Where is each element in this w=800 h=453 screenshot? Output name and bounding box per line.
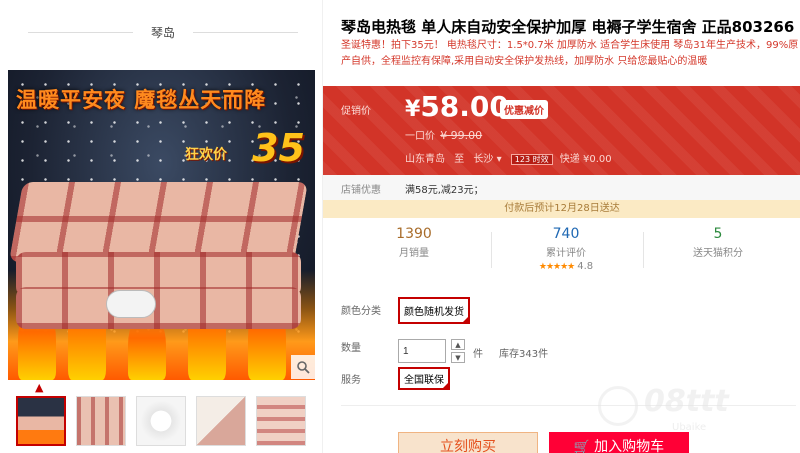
monthly-sales-label: 月销量 <box>399 248 429 259</box>
add-to-cart-button[interactable]: 🛒 加入购物车 <box>549 432 689 453</box>
reviews-label: 累计评价 <box>546 248 586 259</box>
timeliness-badge: 123 时效 <box>510 154 553 165</box>
thumbnail-2[interactable] <box>76 396 126 446</box>
product-title: 琴岛电热毯 单人床自动安全保护加厚 电褥子学生宿舍 正品803266 <box>341 18 795 36</box>
cart-icon: 🛒 <box>573 440 591 453</box>
currency-symbol: ¥ <box>405 97 421 122</box>
chevron-up-icon: ▲ <box>35 381 44 394</box>
coupon-label: 店铺优惠 <box>341 185 381 196</box>
promo-tag: 狂欢价 35 <box>185 126 305 172</box>
points-label: 送天猫积分 <box>693 248 743 259</box>
original-price: 一口价 ¥ 99.00 <box>405 127 482 142</box>
ship-fee: ¥0.00 <box>582 154 612 165</box>
ship-city-dropdown[interactable]: 长沙 ▾ <box>473 154 501 165</box>
selected-check-icon <box>441 381 450 390</box>
ship-method: 快递 <box>559 154 580 165</box>
promo-label: 狂欢价 <box>185 147 227 163</box>
coupon-text: 满58元,减23元； <box>405 185 484 196</box>
original-price-label: 一口价 <box>405 131 435 142</box>
color-option-random[interactable]: 颜色随机发货 <box>398 297 470 324</box>
zoom-button[interactable] <box>291 355 315 379</box>
ship-to-label: 至 <box>454 154 465 165</box>
quantity-increase-button[interactable]: ▲ <box>451 339 465 350</box>
stat-monthly-sales: 1390 月销量 <box>339 226 489 276</box>
price-panel: 促销价 ¥58.00 优惠减价 一口价 ¥ 99.00 山东青岛 至 长沙 ▾ … <box>323 86 800 175</box>
service-option-text: 全国联保 <box>404 375 444 386</box>
product-subtitle: 圣诞特惠！拍下35元！ 电热毯尺寸：1.5*0.7米 加厚防水 适合学生床使用 … <box>341 40 799 67</box>
buy-now-button[interactable]: 立刻购买 <box>398 432 538 453</box>
controller-graphic <box>106 290 156 318</box>
price-amount: 58.00 <box>420 90 509 123</box>
divider <box>341 405 796 406</box>
thumbnail-strip <box>12 396 312 448</box>
stats-bar: 1390 月销量 740 累计评价 ★★★★★ 4.8 5 送天猫积分 <box>339 226 794 276</box>
delivery-notice: 付款后预计12月28日送达 <box>323 200 800 218</box>
quantity-decrease-button[interactable]: ▼ <box>451 352 465 363</box>
reviews-value: 740 <box>552 226 580 242</box>
magnifier-icon <box>297 361 310 374</box>
thumbnail-5[interactable] <box>256 396 306 446</box>
quantity-label: 数量 <box>341 343 361 354</box>
stock-count: 库存343件 <box>499 349 549 360</box>
selected-check-icon <box>461 315 470 324</box>
shipping-info: 山东青岛 至 长沙 ▾ 123 时效 快递 ¥0.00 <box>405 150 612 165</box>
divider <box>193 32 298 33</box>
image-slogan: 温暖平安夜 魔毯丛天而降 <box>16 88 267 112</box>
points-value: 5 <box>713 226 723 242</box>
color-option-text: 颜色随机发货 <box>404 307 464 318</box>
color-label: 颜色分类 <box>341 306 381 317</box>
add-to-cart-label: 加入购物车 <box>594 439 665 453</box>
quantity-unit: 件 <box>473 349 483 360</box>
thumbnail-3[interactable] <box>136 396 186 446</box>
stat-points: 5 送天猫积分 <box>643 226 793 276</box>
chevron-down-icon: ▾ <box>496 154 502 165</box>
discount-badge: 优惠减价 <box>500 100 548 119</box>
monthly-sales-value: 1390 <box>396 226 432 242</box>
thumbnail-1[interactable] <box>16 396 66 446</box>
coupon-row: 店铺优惠 满58元,减23元； <box>323 175 800 200</box>
product-gallery: 琴岛 温暖平安夜 魔毯丛天而降 狂欢价 35 ▲ <box>0 0 330 453</box>
product-info: 琴岛电热毯 单人床自动安全保护加厚 电褥子学生宿舍 正品803266 圣诞特惠！… <box>322 0 800 453</box>
quantity-input[interactable] <box>398 339 446 363</box>
rating-score: 4.8 <box>577 261 594 272</box>
original-price-value: ¥ 99.00 <box>440 129 483 142</box>
ship-from: 山东青岛 <box>405 154 445 165</box>
promo-price: 35 <box>252 126 305 170</box>
stat-reviews[interactable]: 740 累计评价 ★★★★★ 4.8 <box>491 226 641 276</box>
service-label: 服务 <box>341 375 361 386</box>
thumbnail-4[interactable] <box>196 396 246 446</box>
service-option-warranty[interactable]: 全国联保 <box>398 367 450 390</box>
blanket-illustration <box>8 182 309 332</box>
main-product-image[interactable]: 温暖平安夜 魔毯丛天而降 狂欢价 35 <box>8 70 315 380</box>
blanket-layer <box>8 182 309 262</box>
ship-city: 长沙 <box>473 154 494 165</box>
brand-header: 琴岛 <box>28 22 298 42</box>
blanket-layer <box>16 287 301 329</box>
promo-price-value: ¥58.00 <box>405 90 509 123</box>
rating-stars-icon: ★★★★★ <box>538 262 575 272</box>
promo-price-label: 促销价 <box>341 106 371 117</box>
